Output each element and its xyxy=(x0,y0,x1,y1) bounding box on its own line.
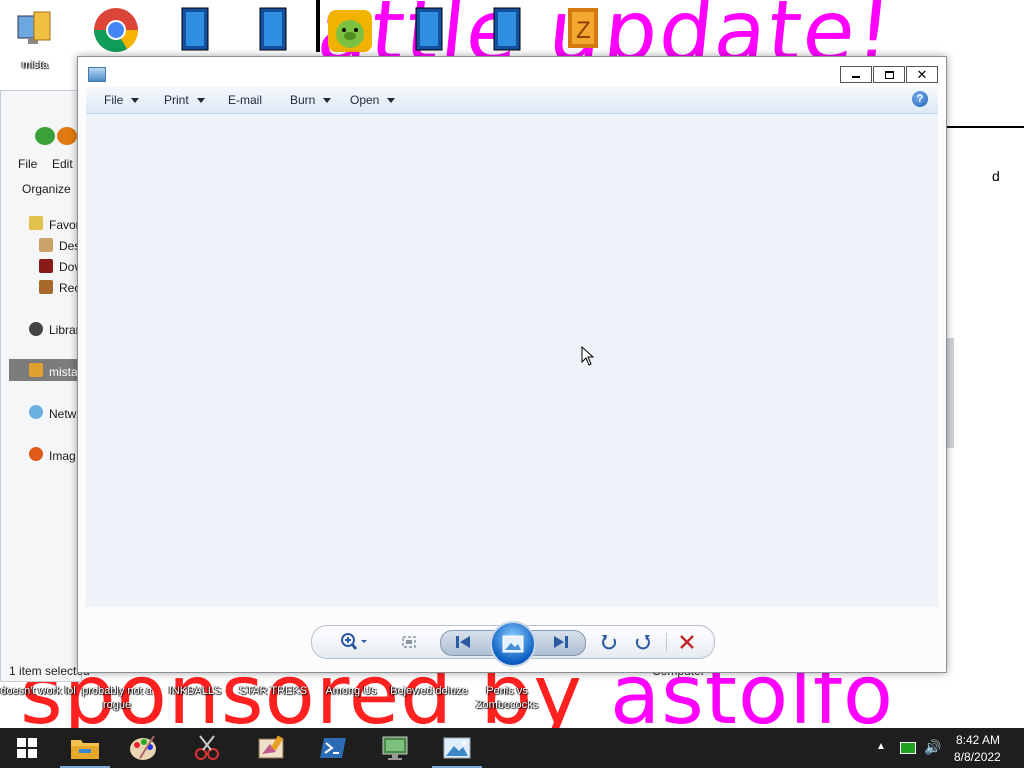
rotate-left-icon[interactable] xyxy=(598,631,620,653)
desktop-icon-label: mista xyxy=(21,59,49,71)
title-bar[interactable]: ✕ xyxy=(78,57,946,87)
explorer-right-pane: d xyxy=(943,128,1024,668)
playback-controls xyxy=(311,621,715,667)
nav-item-favorites[interactable]: Favor xyxy=(49,218,80,232)
desktop-icon-label: Among Us xyxy=(325,685,377,697)
close-icon: ✕ xyxy=(916,67,928,82)
star-icon xyxy=(29,216,43,230)
svg-text:Z: Z xyxy=(576,17,591,44)
game-icon[interactable]: Z xyxy=(562,4,618,60)
minimize-icon xyxy=(852,76,860,78)
battery-icon[interactable] xyxy=(900,742,916,754)
menu-print-label: Print xyxy=(164,93,189,107)
menu-edit[interactable]: Edit xyxy=(52,157,73,171)
minimize-button[interactable] xyxy=(840,66,872,83)
game-icon[interactable] xyxy=(410,6,466,62)
next-icon[interactable] xyxy=(550,631,572,653)
menu-file-label: File xyxy=(104,93,124,107)
paint-icon[interactable] xyxy=(116,728,170,768)
fit-window-icon[interactable] xyxy=(398,631,420,653)
user-folder-icon xyxy=(29,363,43,377)
game-icon[interactable] xyxy=(488,6,544,62)
desktop-icon-label: doesn't work lol xyxy=(0,685,76,697)
nav-item-image[interactable]: Imag xyxy=(49,449,76,463)
menu-print[interactable]: Print xyxy=(164,93,205,107)
delete-icon[interactable] xyxy=(676,631,698,653)
image-canvas[interactable] xyxy=(86,114,938,607)
zoom-icon[interactable] xyxy=(338,631,370,653)
chrome-icon[interactable] xyxy=(92,6,148,62)
menu-email[interactable]: E-mail xyxy=(228,93,262,107)
clock-date[interactable]: 8/8/2022 xyxy=(954,750,1001,764)
wallpaper-divider xyxy=(316,0,320,52)
back-forward-buttons[interactable] xyxy=(35,127,79,145)
menu-file[interactable]: File xyxy=(104,93,140,107)
photo-viewer-icon[interactable] xyxy=(430,728,484,768)
desktop-icon-label: probably not a rogue xyxy=(82,685,152,711)
taskbar: ▲ 🔊 8:42 AM 8/8/2022 xyxy=(0,728,1024,768)
maximize-icon xyxy=(884,70,894,79)
menu-burn-label: Burn xyxy=(290,93,316,107)
desktop-icon-label: STAR TREKS xyxy=(238,685,308,697)
nav-item-libraries[interactable]: Librar xyxy=(49,323,80,337)
recent-icon xyxy=(39,280,53,294)
organize-button[interactable]: Organize xyxy=(22,182,71,196)
dropdown-arrow-icon xyxy=(387,97,396,103)
photo-viewer-app-icon xyxy=(88,67,106,82)
back-icon[interactable] xyxy=(35,127,55,145)
dropdown-arrow-icon xyxy=(323,97,332,103)
help-icon[interactable]: ? xyxy=(912,91,928,107)
game-icon[interactable] xyxy=(176,6,232,62)
menu-open[interactable]: Open xyxy=(350,93,396,107)
clock-time[interactable]: 8:42 AM xyxy=(956,733,1000,747)
desktop-icon-label: Bejewed deluze xyxy=(390,685,468,697)
menu-email-label: E-mail xyxy=(228,93,263,107)
rotate-right-icon[interactable] xyxy=(632,631,654,653)
paint-app-icon[interactable] xyxy=(244,728,298,768)
remote-desktop-icon[interactable] xyxy=(368,728,422,768)
game-icon[interactable] xyxy=(254,6,310,62)
show-hidden-icons[interactable]: ▲ xyxy=(876,741,886,752)
previous-icon[interactable] xyxy=(452,631,474,653)
snipping-tool-icon[interactable] xyxy=(180,728,234,768)
menu-open-label: Open xyxy=(350,93,380,107)
explorer-window: File Edit Organize Favor Des Dov Rec Lib… xyxy=(0,90,82,682)
separator xyxy=(666,633,667,651)
volume-icon[interactable]: 🔊 xyxy=(924,739,941,756)
close-button[interactable]: ✕ xyxy=(906,66,938,83)
start-button[interactable] xyxy=(0,728,54,768)
scrollbar[interactable] xyxy=(946,338,954,448)
desktop-folder-icon xyxy=(39,238,53,252)
photo-viewer-window: ✕ File Print E-mail Burn Open ? xyxy=(77,56,947,673)
menu-bar: File Print E-mail Burn Open ? xyxy=(86,87,938,114)
nav-item-user[interactable]: mista xyxy=(49,365,78,379)
nav-item-network[interactable]: Netw xyxy=(49,407,76,421)
dropdown-arrow-icon xyxy=(131,97,140,103)
forward-icon[interactable] xyxy=(57,127,77,145)
file-explorer-icon[interactable] xyxy=(58,728,112,768)
image-app-icon xyxy=(29,447,43,461)
slideshow-icon[interactable] xyxy=(490,621,536,667)
desktop-icon-label: INKBALLS xyxy=(168,685,222,697)
menu-burn[interactable]: Burn xyxy=(290,93,332,107)
windows-icon xyxy=(17,738,37,758)
menu-file[interactable]: File xyxy=(18,157,37,171)
network-icon xyxy=(29,405,43,419)
downloads-icon xyxy=(39,259,53,273)
powershell-icon[interactable] xyxy=(306,728,360,768)
libraries-icon xyxy=(29,322,43,336)
partial-text: d xyxy=(992,168,1000,184)
desktop-icon-label: Penis vs Zombococks xyxy=(475,685,539,711)
maximize-button[interactable] xyxy=(873,66,905,83)
dropdown-arrow-icon xyxy=(196,97,205,103)
